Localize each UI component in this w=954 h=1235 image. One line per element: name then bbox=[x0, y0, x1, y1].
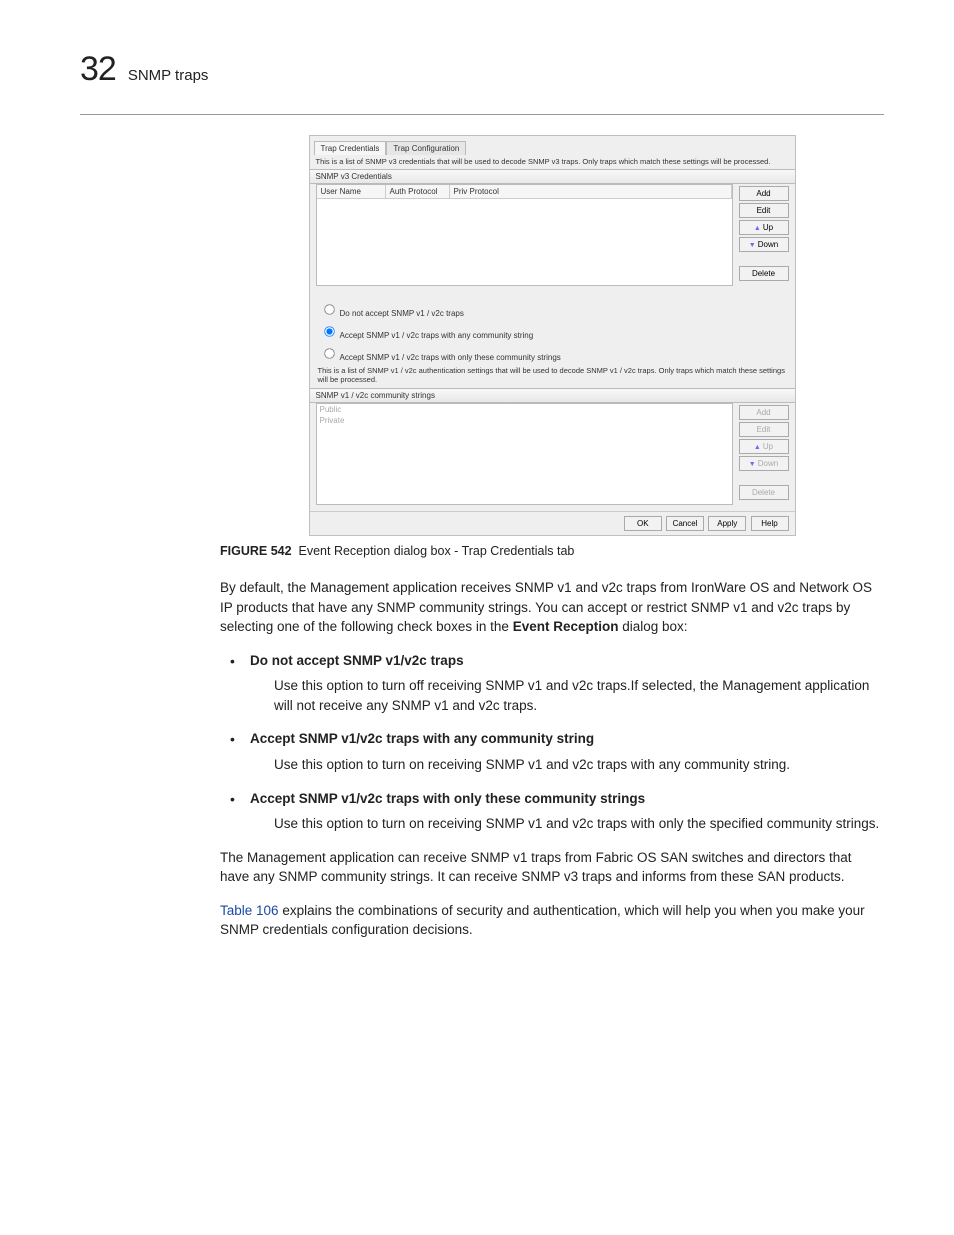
option-desc: Use this option to turn off receiving SN… bbox=[274, 676, 884, 715]
intro-paragraph: By default, the Management application r… bbox=[220, 578, 884, 637]
col-user-name[interactable]: User Name bbox=[317, 185, 386, 199]
v3-button-column: Add Edit ▲Up ▼Down Delete bbox=[739, 184, 789, 286]
option-name: Do not accept SNMP v1/v2c traps bbox=[250, 651, 884, 671]
accept-options-group: Do not accept SNMP v1 / v2c traps Accept… bbox=[310, 292, 795, 388]
ok-button[interactable]: OK bbox=[624, 516, 662, 531]
add-button-2: Add bbox=[739, 405, 789, 420]
delete-button-2: Delete bbox=[739, 485, 789, 500]
cancel-button[interactable]: Cancel bbox=[666, 516, 704, 531]
running-header: 32 SNMP traps bbox=[80, 50, 884, 89]
para3-rest: explains the combinations of security an… bbox=[220, 903, 865, 938]
v3-description: This is a list of SNMP v3 credentials th… bbox=[310, 154, 795, 169]
triangle-up-icon: ▲ bbox=[754, 444, 761, 451]
delete-button[interactable]: Delete bbox=[739, 266, 789, 281]
option-desc: Use this option to turn on receiving SNM… bbox=[274, 755, 884, 775]
v1v2c-section-label: SNMP v1 / v2c community strings bbox=[310, 388, 795, 403]
option-desc: Use this option to turn on receiving SNM… bbox=[274, 814, 884, 834]
radio-do-not-accept[interactable]: Do not accept SNMP v1 / v2c traps bbox=[318, 300, 787, 318]
down-label: Down bbox=[758, 240, 778, 249]
paragraph-3: Table 106 explains the combinations of s… bbox=[220, 901, 884, 940]
event-reception-dialog: Trap CredentialsTrap Configuration This … bbox=[309, 135, 796, 536]
v1v2c-description: This is a list of SNMP v1 / v2c authenti… bbox=[318, 366, 787, 384]
radio-label-3: Accept SNMP v1 / v2c traps with only the… bbox=[340, 353, 561, 362]
v3-section-label: SNMP v3 Credentials bbox=[310, 169, 795, 184]
radio-label-2: Accept SNMP v1 / v2c traps with any comm… bbox=[340, 331, 534, 340]
radio-accept-any[interactable]: Accept SNMP v1 / v2c traps with any comm… bbox=[318, 322, 787, 340]
down-label-2: Down bbox=[758, 459, 778, 468]
para1-part-c: dialog box: bbox=[618, 619, 687, 634]
option-name: Accept SNMP v1/v2c traps with only these… bbox=[250, 789, 884, 809]
list-item: Do not accept SNMP v1/v2c traps Use this… bbox=[230, 651, 884, 716]
up-label-2: Up bbox=[763, 442, 773, 451]
header-rule bbox=[80, 113, 884, 115]
list-item: Accept SNMP v1/v2c traps with only these… bbox=[230, 789, 884, 834]
tab-trap-credentials[interactable]: Trap Credentials bbox=[314, 141, 387, 155]
col-auth-protocol[interactable]: Auth Protocol bbox=[385, 185, 449, 199]
up-button[interactable]: ▲Up bbox=[739, 220, 789, 235]
figure-title: Event Reception dialog box - Trap Creden… bbox=[299, 544, 575, 558]
col-priv-protocol[interactable]: Priv Protocol bbox=[449, 185, 731, 199]
option-name: Accept SNMP v1/v2c traps with any commun… bbox=[250, 729, 884, 749]
radio-accept-only[interactable]: Accept SNMP v1 / v2c traps with only the… bbox=[318, 344, 787, 362]
tab-bar: Trap CredentialsTrap Configuration bbox=[310, 136, 795, 154]
list-item[interactable]: Public bbox=[317, 404, 732, 415]
down-button[interactable]: ▼Down bbox=[739, 237, 789, 252]
figure-caption: FIGURE 542 Event Reception dialog box - … bbox=[220, 544, 884, 558]
table-106-link[interactable]: Table 106 bbox=[220, 903, 279, 918]
paragraph-2: The Management application can receive S… bbox=[220, 848, 884, 887]
para1-bold: Event Reception bbox=[513, 619, 619, 634]
up-label: Up bbox=[763, 223, 773, 232]
figure-label: FIGURE 542 bbox=[220, 544, 292, 558]
edit-button[interactable]: Edit bbox=[739, 203, 789, 218]
triangle-down-icon: ▼ bbox=[749, 242, 756, 249]
add-button[interactable]: Add bbox=[739, 186, 789, 201]
triangle-up-icon: ▲ bbox=[754, 225, 761, 232]
chapter-number: 32 bbox=[80, 50, 116, 89]
v3-credentials-table[interactable]: User Name Auth Protocol Priv Protocol bbox=[316, 184, 733, 286]
dialog-footer-buttons: OK Cancel Apply Help bbox=[310, 511, 795, 535]
list-item: Accept SNMP v1/v2c traps with any commun… bbox=[230, 729, 884, 774]
options-list: Do not accept SNMP v1/v2c traps Use this… bbox=[230, 651, 884, 834]
v1v2c-button-column: Add Edit ▲Up ▼Down Delete bbox=[739, 403, 789, 505]
running-title: SNMP traps bbox=[128, 67, 209, 84]
tab-trap-configuration[interactable]: Trap Configuration bbox=[386, 141, 466, 155]
up-button-2: ▲Up bbox=[739, 439, 789, 454]
edit-button-2: Edit bbox=[739, 422, 789, 437]
apply-button[interactable]: Apply bbox=[708, 516, 746, 531]
triangle-down-icon: ▼ bbox=[749, 461, 756, 468]
community-strings-list[interactable]: Public Private bbox=[316, 403, 733, 505]
down-button-2: ▼Down bbox=[739, 456, 789, 471]
list-item[interactable]: Private bbox=[317, 415, 732, 426]
radio-label-1: Do not accept SNMP v1 / v2c traps bbox=[340, 309, 464, 318]
help-button[interactable]: Help bbox=[751, 516, 789, 531]
